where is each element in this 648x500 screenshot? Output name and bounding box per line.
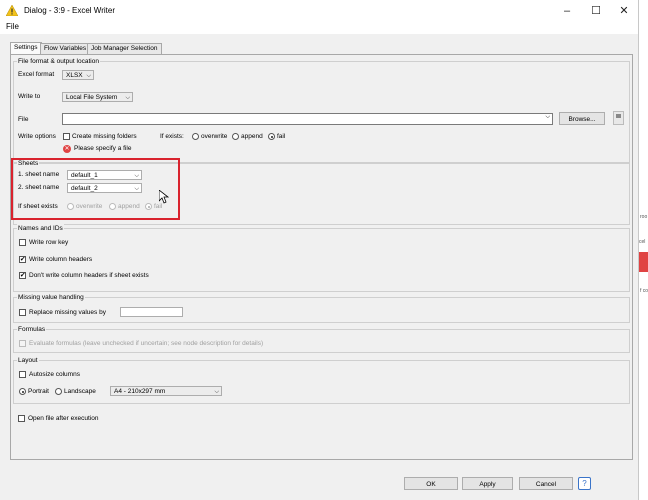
background-canvas: roo cel f co — [639, 0, 648, 500]
file-format-group: File format & output location Excel form… — [13, 57, 630, 163]
menu-bar: File — [0, 22, 638, 34]
names-ids-group: Names and IDs Write row key Write column… — [13, 224, 630, 292]
write-options-label: Write options — [18, 133, 56, 140]
names-ids-legend: Names and IDs — [17, 224, 64, 233]
landscape-label: Landscape — [64, 388, 96, 395]
if-exists-fail-label: fail — [277, 133, 286, 140]
evaluate-formulas-checkbox[interactable] — [19, 340, 26, 347]
replace-missing-input[interactable] — [120, 307, 183, 317]
tab-job-manager-selection[interactable]: Job Manager Selection — [87, 43, 162, 54]
portrait-label: Portrait — [28, 388, 49, 395]
if-exists-label: If exists: — [160, 133, 184, 140]
portrait-radio[interactable] — [19, 388, 26, 395]
maximize-button[interactable]: ☐ — [582, 2, 610, 20]
flow-variable-icon — [616, 114, 621, 118]
chevron-down-icon: ⌵ — [125, 95, 130, 101]
excel-format-select[interactable]: XLSX ⌵ — [62, 70, 94, 80]
open-after-execution-checkbox[interactable] — [18, 415, 25, 422]
if-exists-fail-radio[interactable] — [268, 133, 275, 140]
chevron-down-icon: ⌵ — [545, 114, 550, 120]
paper-size-select[interactable]: A4 - 210x297 mm ⌵ — [110, 386, 222, 396]
help-button[interactable]: ? — [578, 477, 591, 490]
write-row-key-label: Write row key — [29, 239, 69, 246]
dialog-window: Dialog - 3:9 - Excel Writer – ☐ ✕ File S… — [0, 0, 639, 500]
close-button[interactable]: ✕ — [610, 2, 638, 20]
write-column-headers-label: Write column headers — [29, 256, 93, 263]
create-missing-folders-checkbox[interactable] — [63, 133, 70, 140]
file-label: File — [18, 116, 29, 123]
write-to-select[interactable]: Local File System ⌵ — [62, 92, 133, 102]
write-column-headers-checkbox[interactable] — [19, 255, 26, 263]
sheets-highlight-annotation — [11, 158, 180, 220]
warning-icon — [6, 5, 18, 16]
dont-write-headers-label: Don't write column headers if sheet exis… — [29, 272, 149, 279]
help-icon: ? — [582, 479, 587, 488]
layout-group: Layout Autosize columns Portrait Landsca… — [13, 356, 630, 404]
autosize-columns-checkbox[interactable] — [19, 371, 26, 378]
background-node — [639, 252, 648, 272]
layout-legend: Layout — [17, 356, 39, 365]
excel-format-label: Excel format — [18, 71, 55, 78]
error-message: Please specify a file — [74, 145, 132, 152]
window-title: Dialog - 3:9 - Excel Writer — [24, 6, 115, 15]
if-exists-append-radio[interactable] — [232, 133, 239, 140]
landscape-radio[interactable] — [55, 388, 62, 395]
mouse-cursor-icon — [159, 190, 169, 204]
write-row-key-checkbox[interactable] — [19, 239, 26, 246]
formulas-group: Formulas Evaluate formulas (leave unchec… — [13, 325, 630, 353]
if-exists-overwrite-label: overwrite — [201, 133, 228, 140]
if-exists-overwrite-radio[interactable] — [192, 133, 199, 140]
flow-variable-button[interactable] — [613, 111, 624, 125]
write-to-label: Write to — [18, 93, 41, 100]
cancel-button[interactable]: Cancel — [519, 477, 573, 490]
autosize-columns-label: Autosize columns — [29, 371, 80, 378]
tab-flow-variables[interactable]: Flow Variables — [40, 43, 91, 54]
if-exists-append-label: append — [241, 133, 263, 140]
file-path-input[interactable]: ⌵ — [62, 113, 553, 125]
dont-write-headers-checkbox[interactable] — [19, 271, 26, 279]
replace-missing-checkbox[interactable] — [19, 309, 26, 316]
missing-value-legend: Missing value handling — [17, 293, 85, 302]
menu-file[interactable]: File — [6, 22, 19, 31]
browse-button[interactable]: Browse... — [559, 112, 605, 125]
replace-missing-label: Replace missing values by — [29, 309, 106, 316]
ok-button[interactable]: OK — [404, 477, 458, 490]
evaluate-formulas-label: Evaluate formulas (leave unchecked if un… — [29, 340, 264, 347]
minimize-button[interactable]: – — [553, 2, 581, 20]
file-format-legend: File format & output location — [17, 57, 100, 66]
chevron-down-icon: ⌵ — [214, 389, 219, 395]
formulas-legend: Formulas — [17, 325, 47, 334]
create-missing-folders-label: Create missing folders — [72, 133, 137, 140]
open-after-execution-label: Open file after execution — [28, 415, 99, 422]
apply-button[interactable]: Apply — [462, 477, 513, 490]
error-icon: ✕ — [63, 145, 71, 153]
title-bar: Dialog - 3:9 - Excel Writer – ☐ ✕ — [0, 0, 638, 22]
missing-value-group: Missing value handling Replace missing v… — [13, 293, 630, 323]
settings-panel: File format & output location Excel form… — [10, 54, 633, 460]
chevron-down-icon: ⌵ — [86, 73, 91, 79]
